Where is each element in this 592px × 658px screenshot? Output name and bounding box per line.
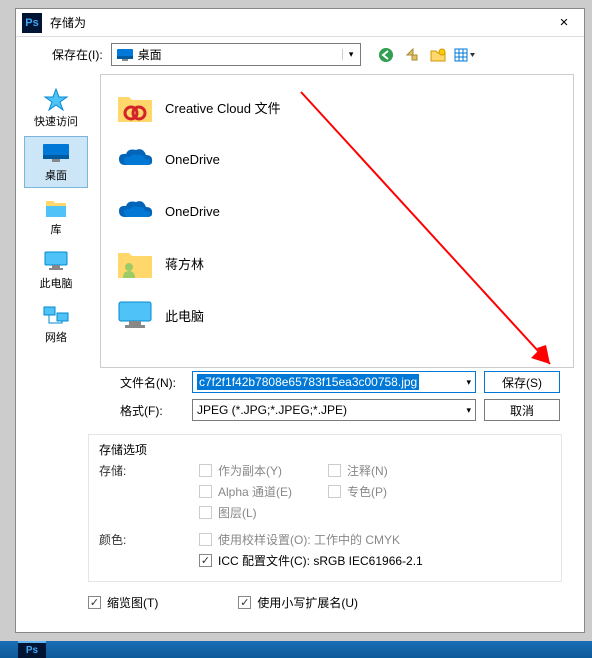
- cancel-button[interactable]: 取消: [484, 399, 560, 421]
- save-in-label: 保存在(I):: [52, 46, 103, 63]
- layers-checkbox[interactable]: 图层(L): [199, 504, 292, 521]
- checkbox-label: 作为副本(Y): [218, 462, 282, 479]
- chevron-down-icon[interactable]: ▾: [342, 49, 360, 60]
- proof-checkbox[interactable]: 使用校样设置(O): 工作中的 CMYK: [199, 531, 423, 548]
- color-label: 颜色:: [99, 531, 199, 569]
- options-section-label: 存储选项: [99, 441, 551, 458]
- location-toolbar: 保存在(I): 桌面 ▾: [16, 37, 584, 74]
- thispc-icon: [41, 249, 71, 273]
- as-copy-checkbox[interactable]: 作为副本(Y): [199, 462, 292, 479]
- file-label: 此电脑: [165, 306, 204, 325]
- icc-checkbox[interactable]: ICC 配置文件(C): sRGB IEC61966-2.1: [199, 552, 423, 569]
- desktop-icon: [41, 141, 71, 165]
- taskbar: Ps: [0, 641, 592, 658]
- list-item[interactable]: 此电脑: [107, 289, 567, 341]
- window-title: 存储为: [48, 14, 544, 31]
- place-libraries[interactable]: 库: [24, 190, 88, 242]
- annotations-checkbox[interactable]: 注释(N): [328, 462, 388, 479]
- thumbnail-checkbox[interactable]: 缩览图(T): [88, 594, 158, 611]
- new-folder-button[interactable]: [427, 44, 449, 66]
- chevron-down-icon[interactable]: ▾: [466, 377, 471, 388]
- list-item[interactable]: OneDrive: [107, 185, 567, 237]
- checkbox-label: 缩览图(T): [107, 594, 158, 611]
- userfolder-icon: [115, 243, 155, 283]
- list-item[interactable]: 蒋方林: [107, 237, 567, 289]
- file-label: Creative Cloud 文件: [165, 98, 281, 117]
- close-button[interactable]: ×: [544, 9, 584, 37]
- network-icon: [41, 303, 71, 327]
- star-icon: [41, 87, 71, 111]
- app-icon: Ps: [22, 13, 42, 33]
- alpha-checkbox[interactable]: Alpha 通道(E): [199, 483, 292, 500]
- location-combo[interactable]: 桌面 ▾: [111, 43, 361, 66]
- checkbox-label: 使用校样设置(O): 工作中的 CMYK: [218, 531, 400, 548]
- checkbox-label: 使用小写扩展名(U): [257, 594, 358, 611]
- format-label: 格式(F):: [120, 402, 184, 419]
- checkbox-label: 图层(L): [218, 504, 257, 521]
- checkbox-label: ICC 配置文件(C): sRGB IEC61966-2.1: [218, 552, 423, 569]
- filename-label: 文件名(N):: [120, 374, 184, 391]
- views-button[interactable]: [453, 44, 475, 66]
- file-label: OneDrive: [165, 152, 220, 167]
- lowercase-ext-checkbox[interactable]: 使用小写扩展名(U): [238, 594, 358, 611]
- place-label: 网络: [45, 329, 67, 345]
- checkbox-label: 专色(P): [347, 483, 387, 500]
- list-item[interactable]: Creative Cloud 文件: [107, 81, 567, 133]
- list-item[interactable]: OneDrive: [107, 133, 567, 185]
- back-button[interactable]: [375, 44, 397, 66]
- file-list-area[interactable]: Creative Cloud 文件 OneDrive OneDrive: [100, 74, 574, 368]
- file-label: 蒋方林: [165, 254, 204, 273]
- place-label: 桌面: [45, 167, 67, 183]
- place-desktop[interactable]: 桌面: [24, 136, 88, 188]
- filename-value: c7f2f1f42b7808e65783f15ea3c00758.jpg: [197, 374, 419, 390]
- save-as-dialog: Ps 存储为 × 保存在(I): 桌面 ▾: [15, 8, 585, 633]
- place-label: 此电脑: [40, 275, 73, 291]
- onedrive-icon: [115, 191, 155, 231]
- format-value: JPEG (*.JPG;*.JPEG;*.JPE): [197, 403, 347, 417]
- checkbox-label: 注释(N): [347, 462, 388, 479]
- filename-input[interactable]: c7f2f1f42b7808e65783f15ea3c00758.jpg ▾: [192, 371, 476, 393]
- thispc-large-icon: [115, 295, 155, 335]
- place-this-pc[interactable]: 此电脑: [24, 244, 88, 296]
- up-button[interactable]: [401, 44, 423, 66]
- libraries-icon: [41, 195, 71, 219]
- chevron-down-icon[interactable]: ▾: [466, 405, 471, 416]
- places-bar: 快速访问 桌面 库 此电脑: [16, 74, 96, 368]
- place-label: 库: [51, 221, 62, 237]
- desktop-icon: [116, 48, 134, 62]
- taskbar-ps-icon[interactable]: Ps: [18, 641, 46, 658]
- format-combo[interactable]: JPEG (*.JPG;*.JPEG;*.JPE) ▾: [192, 399, 476, 421]
- checkbox-label: Alpha 通道(E): [218, 483, 292, 500]
- titlebar: Ps 存储为 ×: [16, 9, 584, 37]
- ccfiles-icon: [115, 87, 155, 127]
- place-quick-access[interactable]: 快速访问: [24, 82, 88, 134]
- save-button[interactable]: 保存(S): [484, 371, 560, 393]
- spot-checkbox[interactable]: 专色(P): [328, 483, 388, 500]
- place-network[interactable]: 网络: [24, 298, 88, 350]
- file-label: OneDrive: [165, 204, 220, 219]
- location-text: 桌面: [138, 46, 342, 63]
- onedrive-icon: [115, 139, 155, 179]
- place-label: 快速访问: [34, 113, 78, 129]
- store-label: 存储:: [99, 462, 199, 521]
- save-options-group: 存储选项 存储: 作为副本(Y) Alpha 通道(E) 图层(L) 注释(N)…: [88, 434, 562, 582]
